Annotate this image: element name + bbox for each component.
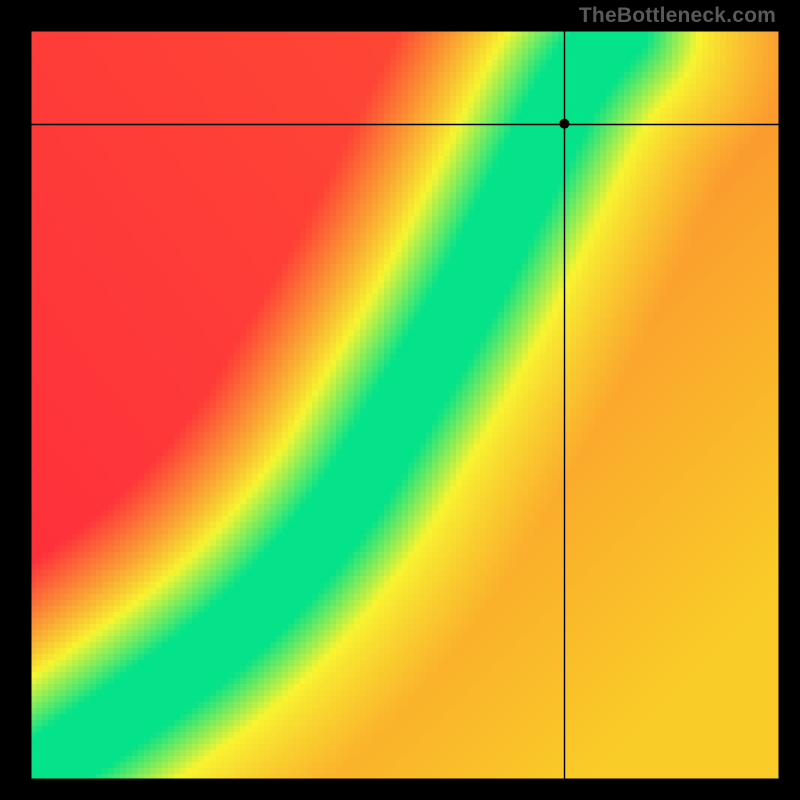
- chart-stage: TheBottleneck.com: [0, 0, 800, 800]
- overlay-canvas: [0, 0, 800, 800]
- watermark-text: TheBottleneck.com: [579, 4, 776, 28]
